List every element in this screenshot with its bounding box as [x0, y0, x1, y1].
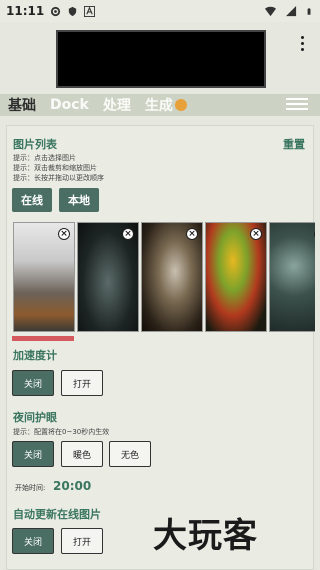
accelerometer-title: 加速度计: [13, 349, 57, 362]
thumbnail[interactable]: ×: [205, 222, 267, 332]
gallery-title: 图片列表: [13, 138, 57, 151]
gallery-hint-1: 提示：点击选择图片: [13, 154, 76, 162]
auto-update-title: 自动更新在线图片: [13, 508, 101, 521]
reset-button[interactable]: 重置: [283, 136, 305, 152]
font-icon: [84, 5, 96, 17]
tab-process[interactable]: 处理: [103, 95, 131, 115]
close-icon[interactable]: ×: [58, 228, 70, 240]
tab-generate[interactable]: 生成: [145, 95, 187, 115]
wallpaper-preview[interactable]: [56, 30, 266, 88]
settings-icon: [51, 6, 61, 16]
tab-dock[interactable]: Dock: [50, 97, 89, 113]
gallery-hint-3: 提示：长按并拖动以更改顺序: [13, 174, 104, 182]
accelerometer-off-button[interactable]: 关闭: [12, 370, 54, 396]
signal-icon: [286, 5, 297, 16]
tab-bar: 基础 Dock 处理 生成: [0, 94, 320, 116]
start-time-value[interactable]: 20:00: [53, 479, 91, 493]
tab-generate-label: 生成: [144, 98, 173, 114]
night-mode-gray-button[interactable]: 无色: [109, 441, 151, 467]
online-button[interactable]: 在线: [12, 188, 52, 212]
auto-update-on-button[interactable]: 打开: [61, 528, 103, 554]
thumbnail[interactable]: ×: [141, 222, 203, 332]
settings-panel: 图片列表 重置 提示：点击选择图片 提示：双击裁剪和缩放图片 提示：长按并拖动以…: [6, 125, 315, 570]
status-bar: 11:11: [0, 0, 320, 22]
watermark: 大玩客: [153, 516, 258, 556]
battery-icon: [307, 7, 311, 15]
tab-basic[interactable]: 基础: [8, 95, 36, 115]
accelerometer-on-button[interactable]: 打开: [61, 370, 103, 396]
thumbnail[interactable]: ×: [77, 222, 139, 332]
night-mode-title: 夜间护眼: [13, 411, 57, 424]
thumbnail[interactable]: ×: [13, 222, 75, 332]
badge-icon: [174, 99, 187, 111]
hamburger-menu-icon[interactable]: [286, 98, 308, 110]
shield-icon: [69, 6, 77, 16]
night-mode-warm-button[interactable]: 暖色: [61, 441, 103, 467]
local-button[interactable]: 本地: [59, 188, 99, 212]
close-icon[interactable]: ×: [122, 228, 134, 240]
night-mode-hint: 提示：配置将在0~30秒内生效: [13, 428, 110, 436]
thumbnail[interactable]: ×: [269, 222, 315, 332]
start-time-label: 开始时间:: [15, 484, 46, 492]
close-icon[interactable]: ×: [250, 228, 262, 240]
status-time: 11:11: [6, 4, 45, 18]
close-icon[interactable]: ×: [314, 228, 315, 240]
gallery-hint-2: 提示：双击裁剪和缩放图片: [13, 164, 97, 172]
more-menu-icon[interactable]: [298, 36, 306, 51]
auto-update-off-button[interactable]: 关闭: [12, 528, 54, 554]
wifi-icon: [265, 6, 276, 16]
close-icon[interactable]: ×: [186, 228, 198, 240]
thumbnail-strip[interactable]: × × × × ×: [11, 222, 315, 336]
night-mode-off-button[interactable]: 关闭: [12, 441, 54, 467]
selection-indicator: [12, 336, 74, 341]
